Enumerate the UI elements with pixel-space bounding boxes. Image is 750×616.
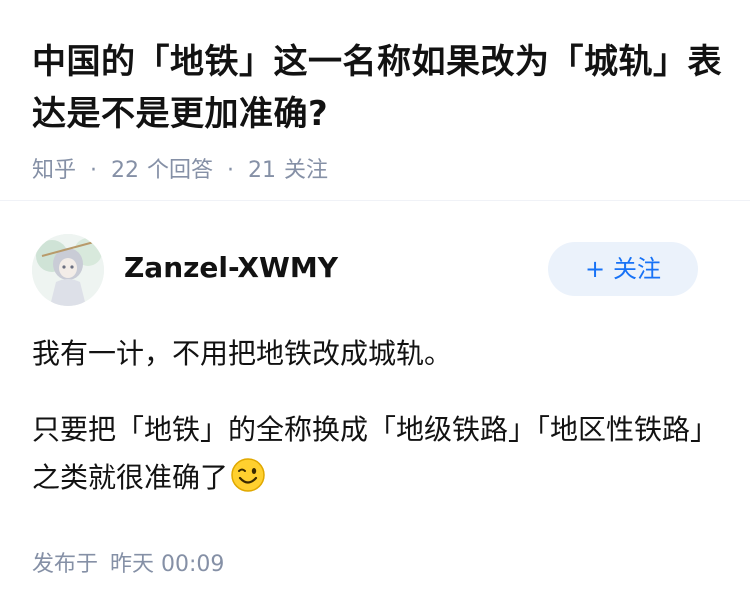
- author-row: Zanzel-XWMY + 关注: [32, 234, 698, 306]
- posted-label: 发布于: [32, 552, 99, 577]
- answer-body: 我有一计，不用把地铁改成城轨。 只要把「地铁」的全称换成「地级铁路」「地区性铁路…: [32, 330, 722, 530]
- followers-label: 关注: [284, 158, 329, 183]
- posted-time: 昨天 00:09: [110, 552, 225, 577]
- question-header: 中国的「地铁」这一名称如果改为「城轨」表达是不是更加准确? 知乎 · 22 个回…: [32, 36, 722, 186]
- follow-button-label: 关注: [613, 255, 662, 283]
- answers-label[interactable]: 个回答: [147, 156, 213, 186]
- answers-count: 22: [111, 158, 140, 183]
- section-divider: [0, 200, 750, 201]
- avatar[interactable]: [32, 234, 104, 306]
- avatar-image: [32, 234, 104, 306]
- followers-count: 21: [248, 158, 277, 183]
- follow-button[interactable]: + 关注: [548, 242, 698, 296]
- answer-paragraph-with-emoji: 只要把「地铁」的全称换成「地级铁路」「地区性铁路」之类就很准确了: [32, 406, 722, 502]
- post-time: 发布于 昨天 00:09: [32, 548, 224, 582]
- question-meta: 知乎 · 22 个回答 · 21 关注: [32, 156, 722, 186]
- meta-separator: ·: [90, 158, 98, 183]
- question-title[interactable]: 中国的「地铁」这一名称如果改为「城轨」表达是不是更加准确?: [32, 36, 722, 140]
- wink-emoji-icon: [231, 458, 265, 492]
- meta-separator: ·: [227, 158, 235, 183]
- source-label[interactable]: 知乎: [32, 156, 76, 186]
- plus-icon: +: [584, 255, 606, 283]
- answer-paragraph: 只要把「地铁」的全称换成「地级铁路」「地区性铁路」之类就很准确了: [32, 413, 719, 494]
- author-name[interactable]: Zanzel-XWMY: [124, 248, 338, 288]
- answer-paragraph: 我有一计，不用把地铁改成城轨。: [32, 337, 453, 370]
- answer-page: 中国的「地铁」这一名称如果改为「城轨」表达是不是更加准确? 知乎 · 22 个回…: [0, 0, 750, 616]
